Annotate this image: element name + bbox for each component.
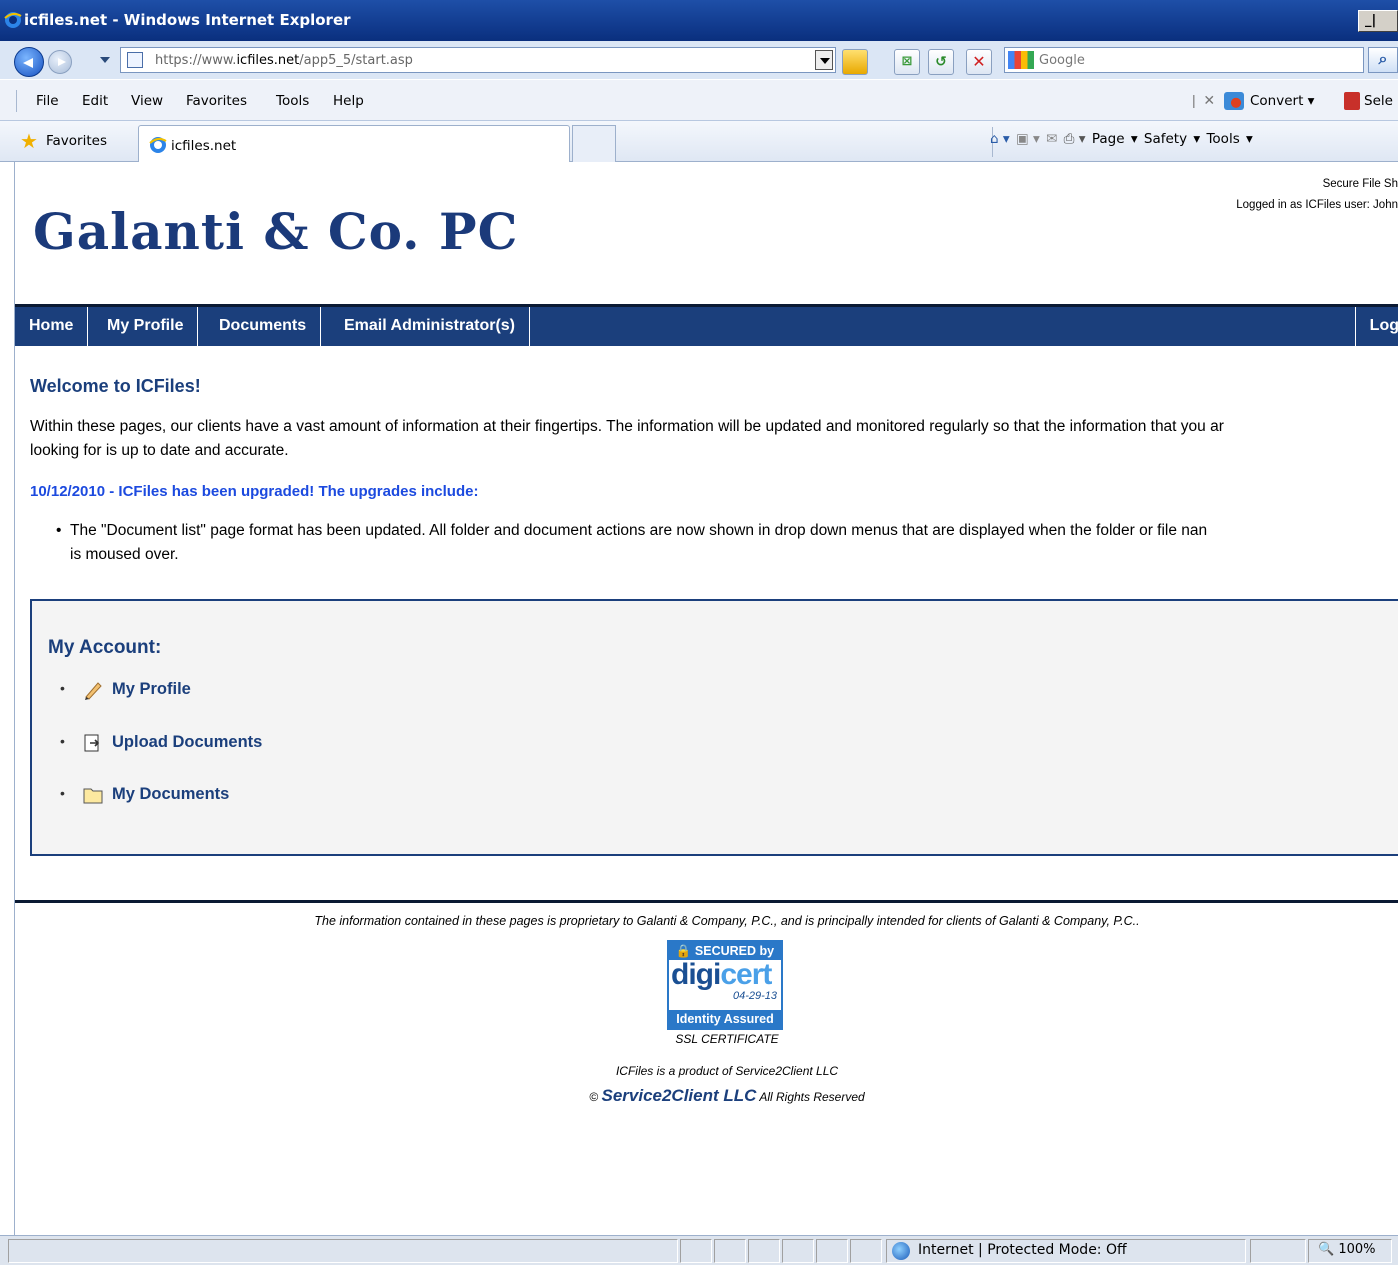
status-text-cell — [8, 1239, 678, 1263]
copyright-line: © Service2Client LLC All Rights Reserved — [589, 1086, 865, 1105]
menu-view[interactable]: View — [131, 93, 163, 109]
digicert-logo: digicert — [671, 958, 772, 991]
favorites-star-icon[interactable]: ★ — [20, 132, 38, 152]
select-button[interactable]: Sele — [1364, 93, 1393, 109]
menu-edit[interactable]: Edit — [82, 93, 108, 109]
tools-menu[interactable]: Tools ▾ — [1206, 131, 1252, 147]
stop-icon[interactable]: ✕ — [966, 49, 992, 75]
upgrade-heading: 10/12/2010 - ICFiles has been upgraded! … — [30, 483, 479, 500]
menu-file[interactable]: File — [36, 93, 59, 109]
seal-date: 04-29-13 — [732, 990, 777, 1002]
firm-logo-text: Galanti & Co. PC — [33, 202, 519, 261]
status-cell — [782, 1239, 814, 1263]
select-icon — [1344, 92, 1360, 110]
window-title-bar: icfiles.net - Windows Internet Explorer … — [0, 0, 1398, 41]
mail-icon[interactable]: ✉ — [1046, 131, 1057, 147]
tab-title: icfiles.net — [171, 138, 237, 154]
print-icon[interactable]: ⎙ ▾ — [1064, 131, 1086, 147]
digicert-seal[interactable]: 🔒 SECURED by digicert 04-29-13 Identity … — [667, 940, 783, 1030]
convert-button[interactable]: Convert ▾ — [1250, 93, 1314, 109]
home-icon[interactable]: ⌂ ▾ — [990, 131, 1010, 147]
ie-logo-icon — [4, 12, 22, 28]
pencil-icon — [85, 682, 102, 700]
minimize-button[interactable]: _| — [1358, 10, 1398, 32]
footer-divider — [15, 900, 1398, 903]
status-cell — [714, 1239, 746, 1263]
back-button[interactable] — [14, 47, 44, 77]
compatibility-view-icon[interactable]: ⊠ — [894, 49, 920, 75]
feeds-icon[interactable]: ▣ ▾ — [1016, 131, 1040, 147]
menu-tools[interactable]: Tools — [276, 93, 309, 109]
status-cell — [680, 1239, 712, 1263]
status-cell — [816, 1239, 848, 1263]
search-placeholder: Google — [1039, 53, 1085, 68]
folder-icon — [83, 788, 103, 804]
nav-my-profile[interactable]: My Profile — [93, 307, 199, 346]
menu-favorites[interactable]: Favorites — [186, 93, 247, 109]
safety-menu[interactable]: Safety ▾ — [1144, 131, 1200, 147]
new-tab-button[interactable] — [572, 125, 616, 163]
forward-button[interactable] — [48, 50, 72, 74]
window-title: icfiles.net - Windows Internet Explorer — [24, 11, 351, 29]
search-button[interactable]: ⌕ — [1368, 47, 1398, 73]
address-url[interactable]: https://www.icfiles.net/app5_5/start.asp — [155, 53, 413, 68]
address-bar[interactable]: https://www.icfiles.net/app5_5/start.asp — [120, 47, 836, 73]
footer-notice: The information contained in these pages… — [314, 914, 1140, 928]
search-input[interactable]: Google — [1004, 47, 1364, 73]
nav-logout[interactable]: Log — [1354, 307, 1398, 346]
google-icon — [1008, 51, 1034, 69]
page-menu[interactable]: Page ▾ — [1092, 131, 1138, 147]
convert-icon — [1224, 92, 1244, 110]
favorites-bar: ★ Favorites icfiles.net ⌂ ▾ ▣ ▾ ✉ ⎙ ▾ Pa… — [0, 120, 1398, 163]
secure-file-label: Secure File Sh — [1322, 178, 1398, 190]
ie-tab-icon — [149, 137, 167, 153]
nav-email-administrators[interactable]: Email Administrator(s) — [330, 307, 530, 346]
security-zone[interactable]: Internet | Protected Mode: Off — [918, 1242, 1127, 1258]
nav-documents[interactable]: Documents — [205, 307, 322, 346]
refresh-icon[interactable]: ↺ — [928, 49, 954, 75]
status-cell — [748, 1239, 780, 1263]
upload-icon — [84, 734, 100, 752]
ssl-certificate-label: SSL CERTIFICATE — [675, 1032, 779, 1046]
favorites-button[interactable]: Favorites — [46, 133, 107, 149]
history-dropdown-icon[interactable] — [100, 57, 110, 63]
welcome-heading: Welcome to ICFiles! — [30, 376, 201, 396]
intro-paragraph: Within these pages, our clients have a v… — [30, 418, 1224, 459]
address-row: https://www.icfiles.net/app5_5/start.asp… — [0, 41, 1398, 79]
product-credit: ICFiles is a product of Service2Client L… — [615, 1064, 839, 1078]
seal-footer: Identity Assured — [669, 1010, 781, 1028]
service2client-link[interactable]: Service2Client LLC — [601, 1086, 756, 1105]
page-icon — [127, 52, 143, 68]
tab-icfiles[interactable]: icfiles.net — [138, 125, 570, 163]
menu-help[interactable]: Help — [333, 93, 364, 109]
lock-icon[interactable] — [842, 49, 868, 75]
header-info: Secure File Sh Logged in as ICFiles user… — [1236, 174, 1398, 216]
protected-mode-button[interactable] — [1250, 1239, 1306, 1263]
command-bar: ⌂ ▾ ▣ ▾ ✉ ⎙ ▾ Page ▾ Safety ▾ Tools ▾ — [990, 131, 1255, 147]
address-dropdown-icon[interactable] — [815, 50, 833, 70]
menu-grip — [16, 90, 18, 112]
logged-in-label: Logged in as ICFiles user: John — [1236, 199, 1398, 211]
status-bar: Internet | Protected Mode: Off 🔍 100% — [0, 1235, 1398, 1265]
my-account-panel: My Account: • My Profile • Upload Docume… — [30, 599, 1398, 856]
close-toolbar-icon[interactable]: | ✕ — [1192, 92, 1215, 109]
site-nav: Home My Profile Documents Email Administ… — [15, 304, 1398, 346]
status-cell — [850, 1239, 882, 1263]
page-content: Secure File Sh Logged in as ICFiles user… — [14, 162, 1398, 1235]
nav-home[interactable]: Home — [15, 307, 89, 346]
upgrade-bullet: • The "Document list" page format has be… — [56, 522, 1208, 563]
my-account-heading: My Account: — [48, 637, 162, 658]
zoom-level[interactable]: 🔍 100% — [1318, 1242, 1376, 1257]
internet-zone-icon — [892, 1242, 910, 1260]
menu-bar: File Edit View Favorites Tools Help | ✕ … — [0, 79, 1398, 120]
